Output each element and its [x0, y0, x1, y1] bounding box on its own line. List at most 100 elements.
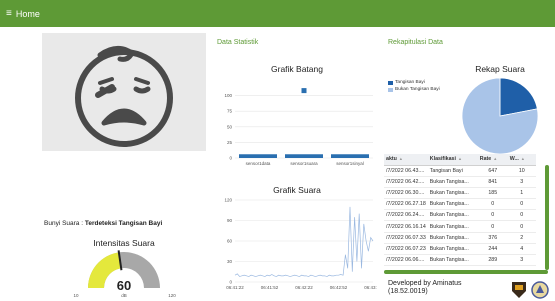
cell-rate: 647 — [477, 165, 508, 177]
pie-chart — [461, 77, 539, 155]
cell-waktu: /7/2022 06.07.23 — [384, 243, 428, 256]
series-line — [234, 206, 374, 277]
column-header-rate[interactable]: Rate ▲ — [477, 154, 508, 166]
cell-waktu: /7/2022 06.30.... — [384, 187, 428, 200]
sound-status-label: Bunyi Suara : — [44, 220, 84, 227]
cell-rate: 185 — [477, 187, 508, 200]
bar-chart: 0 25 50 75 100 sensor1data sensor1suara sensor1… — [224, 88, 373, 166]
bar-chart-title: Grafik Batang — [271, 64, 323, 74]
table-row[interactable]: /7/2022 06.06.... Bukan Tangisa... 289 3 — [384, 254, 536, 267]
university-logo — [512, 282, 526, 298]
table-scrollbar-vertical[interactable] — [545, 165, 549, 270]
x-tick-label: 06:41:52 — [261, 285, 279, 290]
table-row[interactable]: /7/2022 06.27.18 Bukan Tangisa... 0 0 — [384, 198, 536, 211]
intensity-title: Intensitas Suara — [93, 238, 155, 248]
rekap-table: aktu ▲ Klasifikasi ▲ Rate ▲ W... ▲ /7/2022 0… — [384, 154, 536, 267]
cell-waktu: /7/2022 06.06.... — [384, 254, 428, 267]
table-row[interactable]: /7/2022 06.07.23 Bukan Tangisa... 244 4 — [384, 243, 536, 256]
menu-icon[interactable]: ≡ — [6, 8, 12, 19]
gauge-value: 60 — [117, 278, 131, 293]
cell-klasifikasi: Bukan Tangisa... — [427, 232, 478, 244]
x-tick-label: 06:41:22 — [226, 285, 244, 290]
cell-klasifikasi: Bukan Tangisa... — [427, 176, 478, 188]
cell-w: 4 — [507, 243, 536, 256]
x-tick-label: 06:43:23 — [364, 285, 377, 290]
column-header-label: Klasifikasi — [429, 156, 456, 163]
line-chart-title: Grafik Suara — [273, 185, 321, 195]
table-row[interactable]: /7/2022 06.43.... Tangisan Bayi 647 10 — [384, 165, 536, 177]
cell-w: 3 — [507, 176, 536, 188]
table-row[interactable]: /7/2022 06.24.... Bukan Tangisa... 0 0 — [384, 209, 536, 222]
column-header-waktu[interactable]: aktu ▲ — [384, 154, 428, 166]
table-row[interactable]: /7/2022 06.07.33 Bukan Tangisa... 376 2 — [384, 232, 536, 244]
sort-icon[interactable]: ▲ — [493, 156, 497, 161]
y-tick-label: 75 — [227, 109, 233, 114]
cell-w: 10 — [507, 165, 536, 177]
intensity-gauge: 60 dB 10 120 — [73, 250, 176, 298]
table-row[interactable]: /7/2022 06.16.14 Bukan Tangisa... 0 0 — [384, 220, 536, 233]
credit-line: Developed by Aminatus — [388, 280, 462, 287]
bar — [239, 154, 277, 158]
gauge-unit: dB — [121, 293, 127, 298]
cell-klasifikasi: Bukan Tangisa... — [427, 209, 478, 222]
y-tick-label: 25 — [227, 140, 233, 145]
table-scrollbar-horizontal[interactable] — [384, 270, 548, 274]
credit-id: (18.52.0019) — [388, 288, 428, 295]
page-title: Home — [15, 8, 40, 19]
bar — [331, 154, 369, 158]
column-header-w[interactable]: W... ▲ — [507, 154, 536, 166]
cell-w: 3 — [507, 254, 536, 267]
app-header: ≡ Home — [0, 0, 555, 27]
rekap-section-title: Rekapitulasi Data — [388, 39, 443, 46]
status-panel: Bunyi Suara : Terdeteksi Tangisan Bayi I… — [42, 33, 206, 298]
column-header-label: Rate — [479, 156, 492, 163]
y-tick-label: 50 — [227, 124, 233, 129]
legend-item[interactable]: Tangisan Bayi — [388, 80, 440, 85]
cell-waktu: /7/2022 06.27.18 — [384, 198, 428, 211]
sort-icon[interactable]: ▲ — [458, 156, 462, 161]
cell-rate: 289 — [477, 254, 508, 267]
gauge-max: 120 — [168, 293, 176, 298]
cell-w: 0 — [507, 220, 536, 233]
cell-waktu: /7/2022 06.16.14 — [384, 220, 428, 233]
x-tick-label: sensor1suara — [290, 161, 318, 166]
sound-status-value: Terdeteksi Tangisan Bayi — [84, 220, 163, 227]
y-tick-label: 0 — [229, 156, 232, 161]
column-header-klasifikasi[interactable]: Klasifikasi ▲ — [427, 154, 478, 166]
statistik-section-title: Data Statistik — [217, 39, 259, 46]
cell-waktu: /7/2022 06.24.... — [384, 209, 428, 222]
cell-klasifikasi: Bukan Tangisa... — [427, 198, 478, 211]
faculty-logo — [531, 281, 549, 299]
cell-klasifikasi: Bukan Tangisa... — [427, 243, 478, 256]
x-tick-label: 06:42:22 — [295, 285, 313, 290]
cell-w: 1 — [507, 187, 536, 200]
cell-rate: 841 — [477, 176, 508, 188]
sound-status: Bunyi Suara : Terdeteksi Tangisan Bayi — [44, 220, 162, 227]
legend-swatch — [388, 80, 393, 85]
cell-w: 0 — [507, 198, 536, 211]
legend-item[interactable]: Bukan Tangisan Bayi — [388, 87, 440, 92]
cell-waktu: /7/2022 06.43.... — [384, 165, 428, 177]
bar — [285, 154, 323, 158]
table-header-row: aktu ▲ Klasifikasi ▲ Rate ▲ W... ▲ — [384, 154, 536, 166]
cell-klasifikasi: Bukan Tangisa... — [427, 187, 478, 200]
developer-credit: Developed by Aminatus (18.52.0019) — [388, 280, 462, 296]
table-row[interactable]: /7/2022 06.30.... Bukan Tangisa... 185 1 — [384, 187, 536, 200]
cell-rate: 0 — [477, 220, 508, 233]
x-tick-label: sensor1data — [246, 161, 271, 166]
y-tick-label: 60 — [227, 239, 233, 244]
x-tick-label: 06:42:52 — [330, 285, 348, 290]
data-point — [301, 88, 307, 94]
sort-icon[interactable]: ▲ — [399, 156, 403, 161]
sort-icon[interactable]: ▲ — [521, 156, 525, 161]
cell-waktu: /7/2022 06.07.33 — [384, 232, 428, 244]
cell-rate: 376 — [477, 232, 508, 244]
cell-klasifikasi: Bukan Tangisa... — [427, 254, 478, 267]
column-header-label: aktu — [386, 156, 397, 163]
pie-chart-title: Rekap Suara — [475, 64, 525, 74]
legend-label: Bukan Tangisan Bayi — [395, 87, 440, 92]
table-row[interactable]: /7/2022 06.42.... Bukan Tangisa... 841 3 — [384, 176, 536, 188]
y-tick-label: 100 — [224, 93, 232, 98]
line-chart: 0 30 60 90 120 06:41:22 06:41:52 06:42:22 06:42:… — [224, 198, 377, 291]
y-tick-label: 120 — [224, 198, 232, 203]
